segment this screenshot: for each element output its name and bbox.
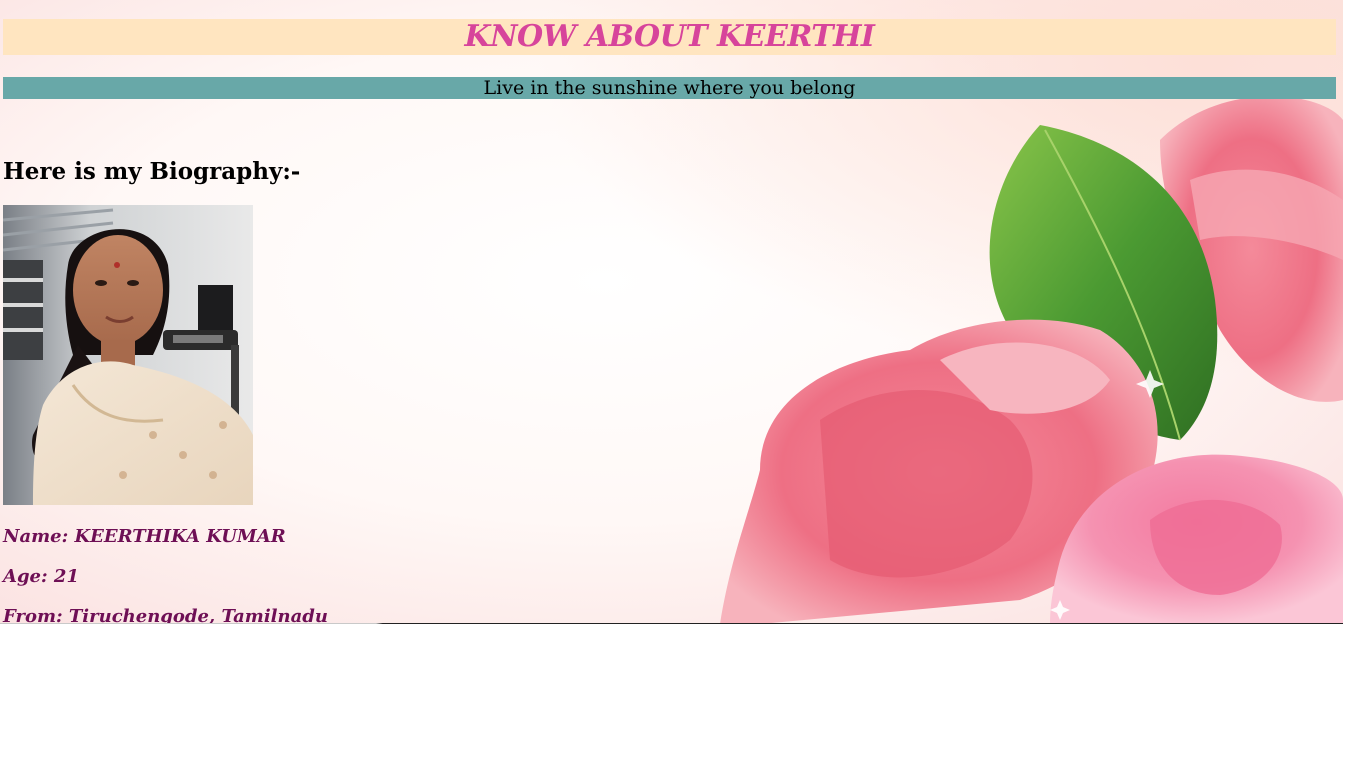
page-title: KNOW ABOUT KEERTHI <box>3 19 1336 55</box>
bio-from: From: Tiruchengode, Tamilnadu <box>3 606 328 624</box>
tagline-banner: Live in the sunshine where you belong <box>3 77 1336 99</box>
frame-bottom-edge <box>0 623 1343 624</box>
page-viewport: KNOW ABOUT KEERTHI Live in the sunshine … <box>0 0 1343 624</box>
bio-name: Name: KEERTHIKA KUMAR <box>3 526 286 547</box>
bio-age: Age: 21 <box>3 566 79 587</box>
profile-photo <box>3 205 253 505</box>
portrait-photo-icon <box>3 205 253 505</box>
page-content: KNOW ABOUT KEERTHI Live in the sunshine … <box>0 0 1343 624</box>
biography-heading: Here is my Biography:- <box>3 158 301 185</box>
